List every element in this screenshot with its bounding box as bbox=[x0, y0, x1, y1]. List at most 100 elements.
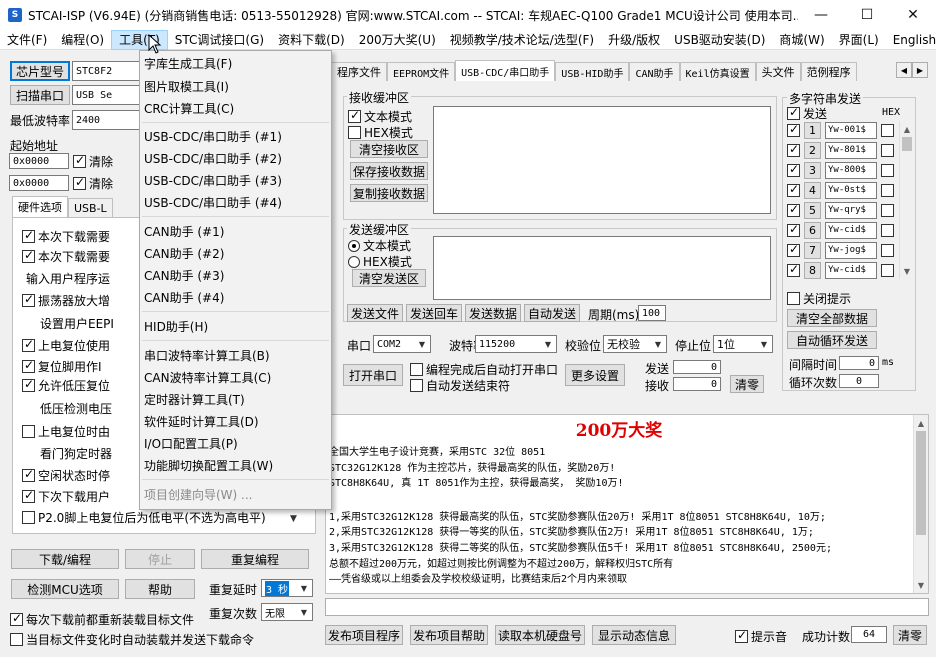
serial-port-select[interactable]: COM2 ▼ bbox=[373, 335, 431, 353]
menu-item-pin-switch[interactable]: 功能脚切换配置工具(W) bbox=[144, 457, 273, 474]
options-scroll-down-icon[interactable]: ▼ bbox=[290, 514, 297, 524]
checkbox-box[interactable] bbox=[22, 467, 35, 482]
tab-can-helper[interactable]: CAN助手 bbox=[629, 62, 680, 81]
multi-send-hex-checkbox[interactable] bbox=[881, 263, 894, 277]
checkbox-box[interactable] bbox=[735, 628, 748, 643]
address-2-input[interactable]: 0x0000 bbox=[9, 175, 69, 191]
save-rx-button[interactable]: 保存接收数据 bbox=[350, 162, 428, 180]
option-row[interactable]: 上电复位使用 bbox=[22, 337, 110, 354]
download-button[interactable]: 下载/编程 bbox=[11, 549, 119, 569]
option-row[interactable]: 振荡器放大增 bbox=[22, 292, 110, 309]
scroll-up-icon[interactable]: ▲ bbox=[900, 121, 914, 137]
tx-text-mode-radio[interactable]: 文本模式 bbox=[348, 237, 411, 254]
tab-usb-cdc-serial[interactable]: USB-CDC/串口助手 bbox=[455, 60, 556, 81]
multi-send-enable-checkbox[interactable] bbox=[787, 222, 800, 237]
multi-send-text-input[interactable]: Yw-001$ bbox=[825, 121, 877, 139]
menu-item-can-4[interactable]: CAN助手 (#4) bbox=[144, 289, 224, 306]
multi-send-hex-checkbox[interactable] bbox=[881, 143, 894, 157]
multi-send-enable-checkbox[interactable] bbox=[787, 162, 800, 177]
checkbox-box[interactable] bbox=[22, 488, 35, 503]
checkbox-box[interactable] bbox=[22, 292, 35, 307]
tx-buffer-textarea[interactable] bbox=[433, 236, 771, 300]
multi-send-text-input[interactable]: Yw-800$ bbox=[825, 161, 877, 179]
help-button[interactable]: 帮助 bbox=[125, 579, 195, 599]
auto-send-button[interactable]: 自动发送 bbox=[524, 304, 580, 322]
checkbox-box[interactable] bbox=[22, 228, 35, 243]
multi-send-text-input[interactable]: Yw-jog$ bbox=[825, 241, 877, 259]
min-baud-select[interactable]: 2400 bbox=[72, 110, 142, 130]
multi-send-enable-checkbox[interactable] bbox=[787, 262, 800, 277]
clear-rx-button[interactable]: 清空接收区 bbox=[350, 140, 428, 158]
scroll-down-icon[interactable]: ▼ bbox=[914, 577, 928, 593]
chip-type-button[interactable]: 芯片型号 bbox=[10, 61, 70, 81]
multi-send-number-button[interactable]: 8 bbox=[804, 261, 821, 279]
scroll-thumb[interactable] bbox=[916, 431, 926, 535]
chip-type-select[interactable]: STC8F2 bbox=[72, 61, 142, 81]
option-row[interactable]: 本次下载需要 bbox=[22, 228, 110, 245]
close-button[interactable]: ✕ bbox=[890, 0, 936, 30]
publish-help-button[interactable]: 发布项目帮助 bbox=[410, 625, 488, 645]
clear-tx-button[interactable]: 清空发送区 bbox=[352, 269, 426, 287]
menu-item-usb-cdc-3[interactable]: USB-CDC/串口助手 (#3) bbox=[144, 172, 282, 189]
scroll-down-icon[interactable]: ▼ bbox=[900, 263, 914, 279]
menu-item-usb-cdc-1[interactable]: USB-CDC/串口助手 (#1) bbox=[144, 128, 282, 145]
checkbox-box[interactable] bbox=[10, 633, 23, 646]
menu-item-can-1[interactable]: CAN助手 (#1) bbox=[144, 223, 224, 240]
multi-send-enable-checkbox[interactable] bbox=[787, 242, 800, 257]
tab-scroll-right-icon[interactable]: ▶ bbox=[912, 62, 928, 78]
parity-select[interactable]: 无校验 ▼ bbox=[603, 335, 667, 353]
multi-send-text-input[interactable]: Yw-qry$ bbox=[825, 201, 877, 219]
menu-item-can-2[interactable]: CAN助手 (#2) bbox=[144, 245, 224, 262]
clear-2-checkbox[interactable]: 清除 bbox=[73, 175, 113, 192]
tab-examples[interactable]: 范例程序 bbox=[800, 62, 857, 81]
tab-usb-link[interactable]: USB-L bbox=[68, 198, 113, 217]
menu-item-can-3[interactable]: CAN助手 (#3) bbox=[144, 267, 224, 284]
option-row[interactable]: 复位脚用作I bbox=[22, 358, 102, 375]
tab-usb-hid[interactable]: USB-HID助手 bbox=[555, 62, 630, 81]
menu-item-image-mold[interactable]: 图片取模工具(I) bbox=[144, 78, 229, 95]
checkbox-box[interactable] bbox=[787, 292, 800, 305]
menu-file[interactable]: 文件(F) bbox=[0, 30, 54, 50]
option-row[interactable]: 空闲状态时停 bbox=[22, 467, 110, 484]
multi-send-enable-checkbox[interactable] bbox=[787, 122, 800, 137]
multi-send-number-button[interactable]: 4 bbox=[804, 181, 821, 199]
multi-send-number-button[interactable]: 2 bbox=[804, 141, 821, 159]
send-enter-button[interactable]: 发送回车 bbox=[406, 304, 462, 322]
maximize-button[interactable]: ☐ bbox=[844, 0, 890, 30]
reprogram-button[interactable]: 重复编程 bbox=[201, 549, 309, 569]
tab-hardware-options[interactable]: 硬件选项 bbox=[12, 196, 68, 217]
menu-item-font-gen[interactable]: 字库生成工具(F) bbox=[144, 55, 232, 72]
copy-rx-button[interactable]: 复制接收数据 bbox=[350, 184, 428, 202]
option-row[interactable]: 上电复位时由 bbox=[22, 423, 110, 440]
menu-interface[interactable]: 界面(L) bbox=[832, 30, 886, 50]
clear-counts-button[interactable]: 清零 bbox=[730, 375, 764, 393]
multi-send-enable-checkbox[interactable] bbox=[787, 182, 800, 197]
menu-item-usb-cdc-4[interactable]: USB-CDC/串口助手 (#4) bbox=[144, 194, 282, 211]
multi-send-hex-checkbox[interactable] bbox=[881, 163, 894, 177]
checkbox-box[interactable] bbox=[22, 511, 35, 524]
clear-success-button[interactable]: 清零 bbox=[893, 625, 927, 645]
minimize-button[interactable]: — bbox=[798, 0, 844, 30]
checkbox-box[interactable] bbox=[10, 611, 23, 626]
multi-send-text-input[interactable]: Yw-cid$ bbox=[825, 221, 877, 239]
reload-each-checkbox[interactable]: 每次下载前都重新装载目标文件 bbox=[10, 611, 194, 628]
radio-dot[interactable] bbox=[348, 255, 360, 268]
multi-send-scrollbar[interactable]: ▲ ▼ bbox=[899, 121, 914, 279]
more-settings-button[interactable]: 更多设置 bbox=[565, 364, 625, 386]
rx-text-mode-checkbox[interactable]: 文本模式 bbox=[348, 108, 412, 125]
open-port-button[interactable]: 打开串口 bbox=[343, 364, 403, 386]
menu-item-hid[interactable]: HID助手(H) bbox=[144, 318, 208, 335]
scroll-thumb[interactable] bbox=[902, 137, 912, 151]
close-hint-checkbox[interactable]: 关闭提示 bbox=[787, 290, 851, 307]
multi-send-number-button[interactable]: 7 bbox=[804, 241, 821, 259]
read-disk-button[interactable]: 读取本机硬盘号 bbox=[495, 625, 585, 645]
menu-shop[interactable]: 商城(W) bbox=[772, 30, 831, 50]
option-row[interactable]: 本次下载需要 bbox=[22, 248, 110, 265]
radio-dot[interactable] bbox=[348, 239, 360, 252]
publish-program-button[interactable]: 发布项目程序 bbox=[325, 625, 403, 645]
auto-download-checkbox[interactable]: 当目标文件变化时自动装载并发送下载命令 bbox=[10, 631, 254, 648]
menu-video[interactable]: 视频教学/技术论坛/选型(F) bbox=[443, 30, 601, 50]
checkbox-box[interactable] bbox=[22, 377, 35, 392]
baud-select[interactable]: 115200 ▼ bbox=[475, 335, 557, 353]
menu-award[interactable]: 200万大奖(U) bbox=[352, 30, 443, 50]
